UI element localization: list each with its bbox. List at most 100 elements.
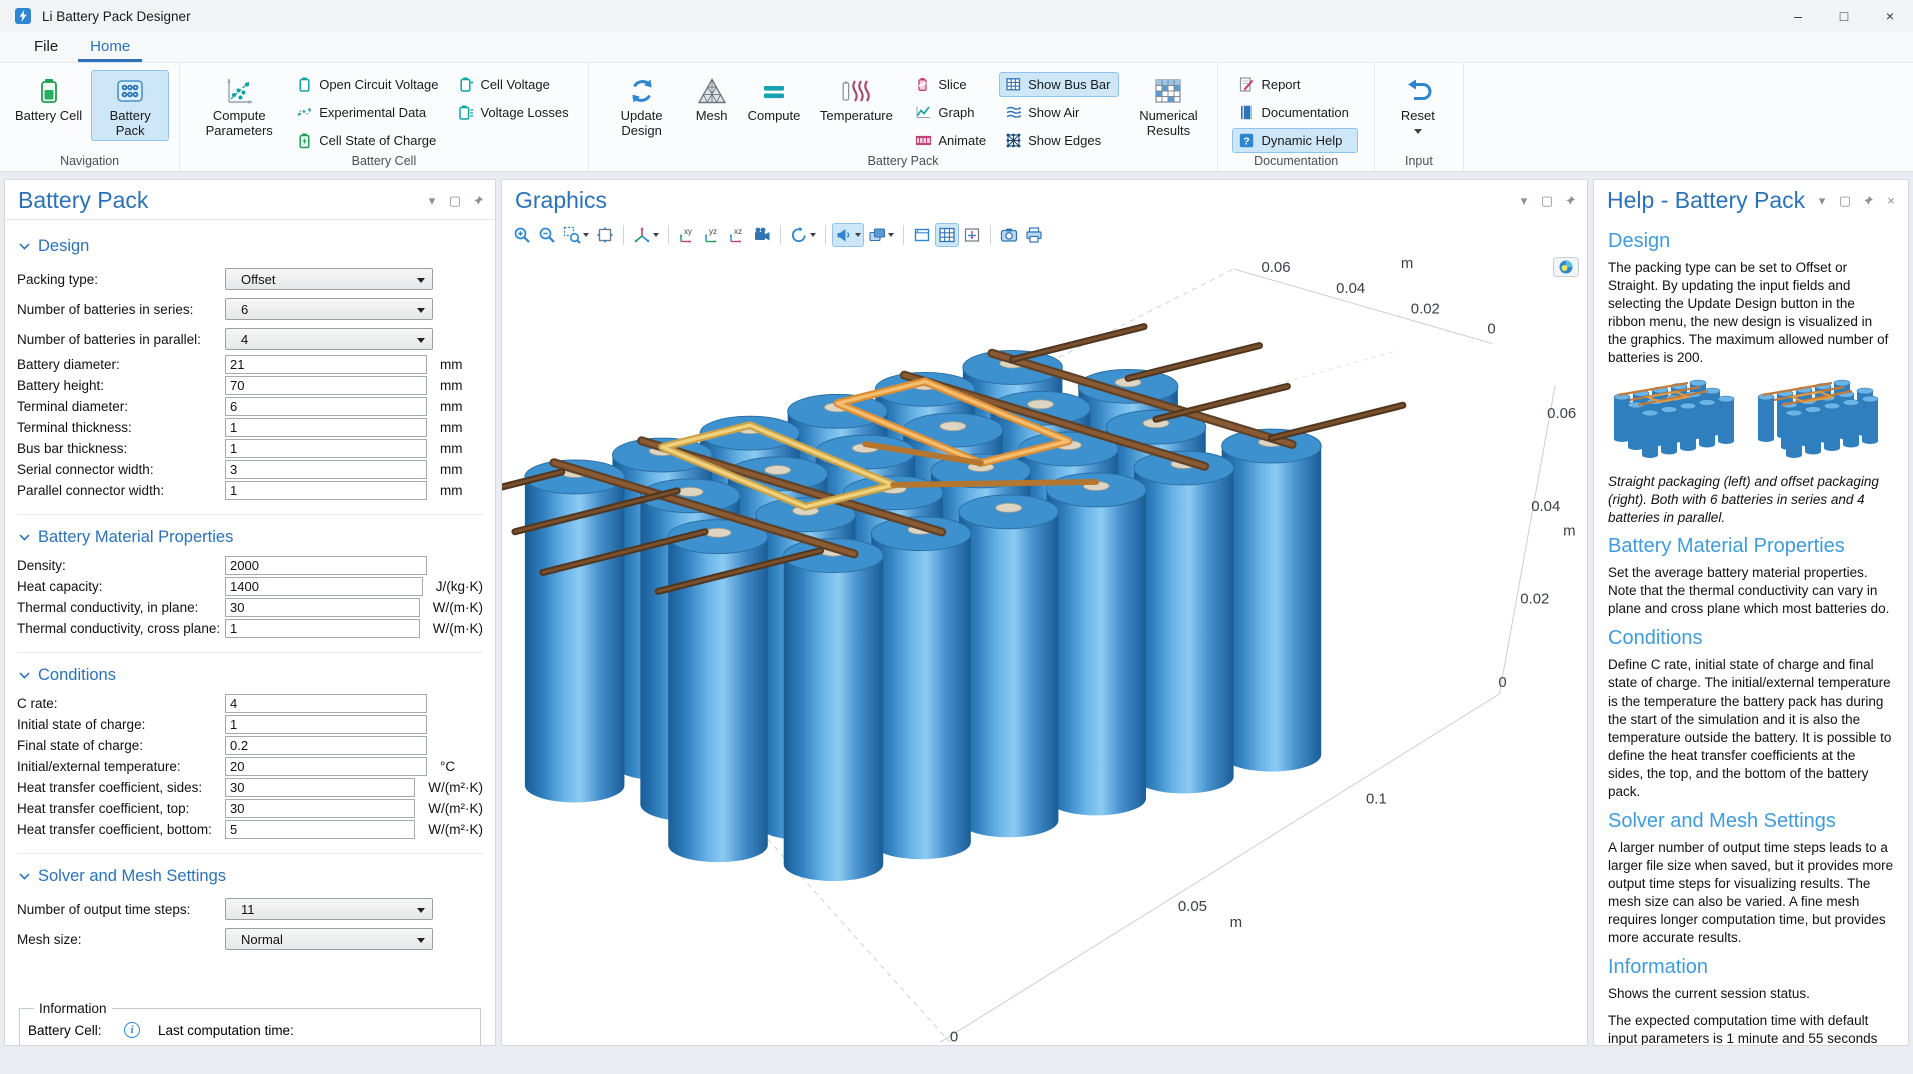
section-battery-material-properties: Battery Material PropertiesDensity:Heat …	[17, 514, 483, 638]
rotate-icon[interactable]	[787, 223, 819, 247]
section-header-solver-and-mesh-settings[interactable]: Solver and Mesh Settings	[19, 867, 483, 886]
input-density[interactable]	[225, 556, 427, 575]
select-number-of-output-time-steps[interactable]: 11	[225, 898, 433, 920]
input-thermal-conductivity-in-plane[interactable]	[225, 598, 420, 617]
panel-close-icon[interactable]: ×	[1884, 194, 1898, 208]
panel-float-icon[interactable]: ▢	[1838, 194, 1852, 208]
voltage-losses-button[interactable]: Voltage Losses	[451, 100, 577, 125]
maximize-button[interactable]: □	[1821, 0, 1867, 32]
show-edges-button[interactable]: Show Edges	[999, 128, 1119, 153]
compute-parameters-button[interactable]: Compute Parameters	[200, 70, 278, 141]
axis-tick-label: 0.04	[1531, 498, 1560, 515]
scene-camera-icon[interactable]	[750, 223, 774, 247]
select-packing-type[interactable]: Offset	[225, 268, 433, 290]
dynamic-help-button[interactable]: ? Dynamic Help	[1232, 128, 1357, 153]
view-xz-icon[interactable]: xz	[725, 223, 749, 247]
snapshot-icon[interactable]	[997, 223, 1021, 247]
animate-button[interactable]: Animate	[909, 128, 995, 153]
input-heat-transfer-coefficient-sides[interactable]	[225, 778, 415, 797]
compute-button[interactable]: Compute	[743, 70, 806, 127]
mesh-button[interactable]: Mesh	[685, 70, 739, 127]
input-serial-connector-width[interactable]	[225, 460, 427, 479]
svg-text:?: ?	[1244, 135, 1250, 147]
zoom-in-icon[interactable]	[510, 223, 534, 247]
environment-icon[interactable]	[865, 223, 897, 247]
input-terminal-diameter[interactable]	[225, 397, 427, 416]
graphics-canvas[interactable]: 0.060.04m0.0200.060.04m0.0200.10.05m0	[502, 251, 1587, 1045]
input-final-state-of-charge[interactable]	[225, 736, 427, 755]
temperature-button[interactable]: Temperature	[817, 70, 895, 127]
field-label: Initial state of charge:	[17, 717, 225, 732]
input-heat-transfer-coefficient-top[interactable]	[225, 799, 415, 818]
graph-button[interactable]: Graph	[909, 100, 995, 125]
select-frame-icon[interactable]	[910, 223, 934, 247]
orientation-icon[interactable]	[960, 223, 984, 247]
transparency-icon[interactable]	[832, 223, 864, 247]
input-heat-transfer-coefficient-bottom[interactable]	[225, 820, 415, 839]
zoom-extents-icon[interactable]	[593, 223, 617, 247]
reset-button[interactable]: Reset	[1391, 70, 1445, 137]
input-terminal-thickness[interactable]	[225, 418, 427, 437]
input-bus-bar-thickness[interactable]	[225, 439, 427, 458]
input-parallel-connector-width[interactable]	[225, 481, 427, 500]
zoom-box-icon[interactable]	[560, 223, 592, 247]
info-icon[interactable]: i	[124, 1022, 140, 1038]
panel-menu-chevron-icon[interactable]: ▾	[1517, 194, 1531, 208]
select-mesh-size[interactable]: Normal	[225, 928, 433, 950]
tab-home[interactable]: Home	[78, 34, 142, 62]
panel-menu-chevron-icon[interactable]: ▾	[425, 194, 439, 208]
print-icon[interactable]	[1022, 223, 1046, 247]
tab-file[interactable]: File	[22, 34, 70, 62]
input-c-rate[interactable]	[225, 694, 427, 713]
view-yz-icon[interactable]: yz	[700, 223, 724, 247]
numerical-results-button[interactable]: Numerical Results	[1129, 70, 1207, 141]
default-view-icon[interactable]	[630, 223, 662, 247]
toolbar-separator	[990, 225, 991, 245]
section-header-battery-material-properties[interactable]: Battery Material Properties	[19, 528, 483, 547]
input-initial-external-temperature[interactable]	[225, 757, 427, 776]
panel-pin-icon[interactable]	[471, 194, 485, 208]
input-battery-height[interactable]	[225, 376, 427, 395]
settings-panel-header: Battery Pack ▾ ▢	[5, 180, 495, 220]
button-label: Mesh	[696, 109, 728, 124]
experimental-data-button[interactable]: Experimental Data	[290, 100, 447, 125]
documentation-button[interactable]: Documentation	[1232, 100, 1357, 125]
view-xy-icon[interactable]: xy	[675, 223, 699, 247]
button-label: Battery Pack	[96, 109, 164, 138]
panel-float-icon[interactable]: ▢	[1540, 194, 1554, 208]
zoom-out-icon[interactable]	[535, 223, 559, 247]
close-button[interactable]: ×	[1867, 0, 1913, 32]
show-bus-bar-button[interactable]: Show Bus Bar	[999, 72, 1119, 97]
input-thermal-conductivity-cross-plane[interactable]	[225, 619, 420, 638]
button-label: Compute	[748, 109, 801, 124]
input-initial-state-of-charge[interactable]	[225, 715, 427, 734]
panel-float-icon[interactable]: ▢	[448, 194, 462, 208]
panel-pin-icon[interactable]	[1563, 194, 1577, 208]
battery-pack-3d-view[interactable]: 0.060.04m0.0200.060.04m0.0200.10.05m0	[502, 251, 1587, 1045]
cell-voltage-icon	[457, 76, 474, 93]
panel-pin-icon[interactable]	[1861, 194, 1875, 208]
report-button[interactable]: Report	[1232, 72, 1357, 97]
select-number-of-batteries-in-parallel[interactable]: 4	[225, 328, 433, 350]
section-header-design[interactable]: Design	[19, 237, 483, 256]
battery-cell-button[interactable]: Battery Cell	[10, 70, 87, 127]
ribbon-group-battery-cell: Compute Parameters Open Circuit Voltage …	[180, 63, 588, 171]
field-label: Terminal thickness:	[17, 420, 225, 435]
cell-voltage-button[interactable]: Cell Voltage	[451, 72, 577, 97]
field-row-c-rate: C rate:	[17, 694, 483, 713]
panel-menu-chevron-icon[interactable]: ▾	[1815, 194, 1829, 208]
cell-state-of-charge-button[interactable]: Cell State of Charge	[290, 128, 447, 153]
open-circuit-voltage-button[interactable]: Open Circuit Voltage	[290, 72, 447, 97]
slice-button[interactable]: Slice	[909, 72, 995, 97]
update-design-button[interactable]: Update Design	[603, 70, 681, 141]
field-label: Number of batteries in series:	[17, 302, 225, 317]
input-battery-diameter[interactable]	[225, 355, 427, 374]
grid-icon[interactable]	[935, 223, 959, 247]
input-heat-capacity[interactable]	[225, 577, 423, 596]
battery-pack-button[interactable]: Battery Pack	[91, 70, 169, 141]
minimize-button[interactable]: –	[1775, 0, 1821, 32]
show-air-button[interactable]: Show Air	[999, 100, 1119, 125]
select-number-of-batteries-in-series[interactable]: 6	[225, 298, 433, 320]
section-header-conditions[interactable]: Conditions	[19, 666, 483, 685]
axis-tick-label: 0.06	[1547, 405, 1576, 422]
